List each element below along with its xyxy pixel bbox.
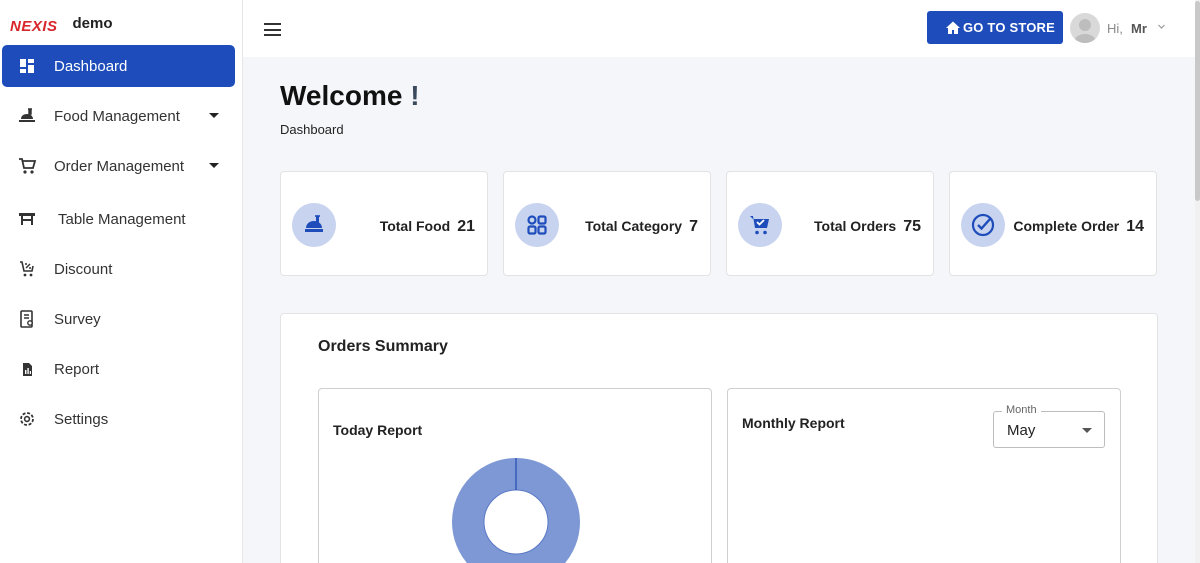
sidebar-item-label: Discount (54, 260, 113, 278)
page-title-text: Welcome (280, 80, 403, 111)
report-icon (23, 363, 32, 376)
go-to-store-label: GO TO STORE (963, 20, 1056, 35)
topbar: GO TO STORE Hi, Mr (243, 0, 1195, 57)
orders-summary-title: Orders Summary (318, 338, 448, 355)
food-icon (19, 108, 35, 122)
sidebar-item-label: Report (54, 360, 100, 378)
cart-check-icon (738, 203, 782, 247)
dashboard-icon (20, 59, 34, 73)
chevron-down-icon (1082, 428, 1092, 433)
sidebar-item-label: Table Management (58, 210, 186, 228)
user-icon (1074, 19, 1096, 43)
stat-label: Total Category (585, 218, 683, 234)
sidebar: NEXIS demo Dashboard Food Management Ord… (0, 0, 243, 563)
sidebar-item-survey[interactable]: Survey (2, 298, 235, 340)
orders-summary: Orders Summary Today Report Monthly Repo… (280, 313, 1158, 563)
stat-card-complete-order: Complete Order 14 (949, 171, 1157, 276)
month-select[interactable]: Month May (993, 404, 1105, 448)
stat-card-total-orders: Total Orders 75 (726, 171, 934, 276)
table-icon (19, 213, 35, 225)
sidebar-item-label: Order Management (54, 157, 185, 175)
user-name[interactable]: Mr (1131, 21, 1147, 36)
stat-value: 21 (457, 218, 475, 235)
home-icon (946, 21, 960, 34)
cart-icon (19, 158, 37, 174)
sidebar-item-label: Settings (54, 410, 109, 428)
month-select-label: Month (1002, 404, 1041, 416)
sidebar-item-report[interactable]: Report (2, 348, 235, 390)
stat-label: Complete Order (1013, 218, 1120, 234)
scrollbar-thumb[interactable] (1195, 1, 1200, 201)
gear-icon (20, 412, 34, 426)
sidebar-item-order-management[interactable]: Order Management (2, 145, 235, 187)
food-bag-icon (292, 203, 336, 247)
category-grid-icon (515, 203, 559, 247)
survey-icon (20, 310, 33, 328)
chevron-down-icon[interactable] (1157, 22, 1166, 31)
monthly-report-title: Monthly Report (742, 415, 845, 431)
stat-value: 14 (1126, 218, 1144, 235)
stat-label: Total Food (379, 218, 451, 234)
sidebar-item-discount[interactable]: Discount (2, 248, 235, 290)
menu-icon[interactable] (264, 23, 281, 36)
page-title: Welcome ! (280, 80, 420, 112)
sidebar-item-settings[interactable]: Settings (2, 398, 235, 440)
today-report-donut[interactable] (451, 457, 581, 563)
brand[interactable]: NEXIS demo (10, 14, 113, 38)
brand-logo: NEXIS (10, 17, 58, 35)
avatar[interactable] (1070, 13, 1100, 43)
stat-card-total-food: Total Food 21 (280, 171, 488, 276)
monthly-report-panel: Monthly Report Month May (727, 388, 1121, 563)
page-scrollbar[interactable] (1195, 0, 1200, 563)
stat-value: 7 (689, 218, 698, 235)
sidebar-item-label: Dashboard (54, 57, 128, 75)
stat-label: Total Orders (814, 218, 897, 234)
today-report-title: Today Report (333, 422, 423, 438)
page-title-mark: ! (410, 80, 420, 111)
brand-name: demo (72, 14, 113, 32)
user-greeting: Hi, (1107, 21, 1123, 36)
check-circle-icon (961, 203, 1005, 247)
sidebar-item-label: Survey (54, 310, 101, 328)
sidebar-item-label: Food Management (54, 107, 180, 125)
chevron-down-icon (209, 163, 219, 168)
stat-value: 75 (903, 218, 921, 235)
month-select-value: May (1007, 422, 1036, 439)
sidebar-item-table-management[interactable]: Table Management (2, 198, 235, 240)
discount-icon (20, 261, 34, 277)
stat-card-total-category: Total Category 7 (503, 171, 711, 276)
breadcrumb: Dashboard (280, 122, 344, 137)
go-to-store-button[interactable]: GO TO STORE (927, 11, 1063, 44)
today-report-panel: Today Report (318, 388, 712, 563)
sidebar-item-dashboard[interactable]: Dashboard (2, 45, 235, 87)
sidebar-item-food-management[interactable]: Food Management (2, 95, 235, 137)
chevron-down-icon (209, 113, 219, 118)
